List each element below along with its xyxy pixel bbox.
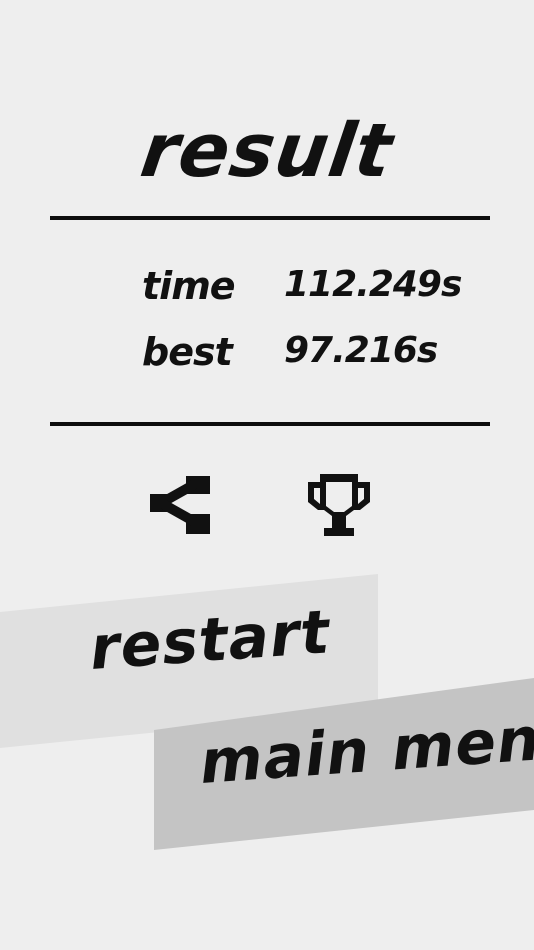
leaderboard-button[interactable] <box>306 472 372 538</box>
best-label: best <box>142 330 233 374</box>
result-screen: result time 112.249s best 97.216s restar… <box>0 0 534 950</box>
share-icon <box>150 476 210 534</box>
share-button[interactable] <box>146 472 212 538</box>
bottom-divider <box>50 422 490 426</box>
time-label: time <box>142 264 236 308</box>
trophy-icon <box>308 474 370 536</box>
main-menu-button[interactable]: main menu <box>152 676 534 852</box>
top-divider <box>50 216 490 220</box>
page-title: result <box>135 108 399 194</box>
time-value: 112.249s <box>284 264 462 305</box>
best-value: 97.216s <box>284 330 438 371</box>
